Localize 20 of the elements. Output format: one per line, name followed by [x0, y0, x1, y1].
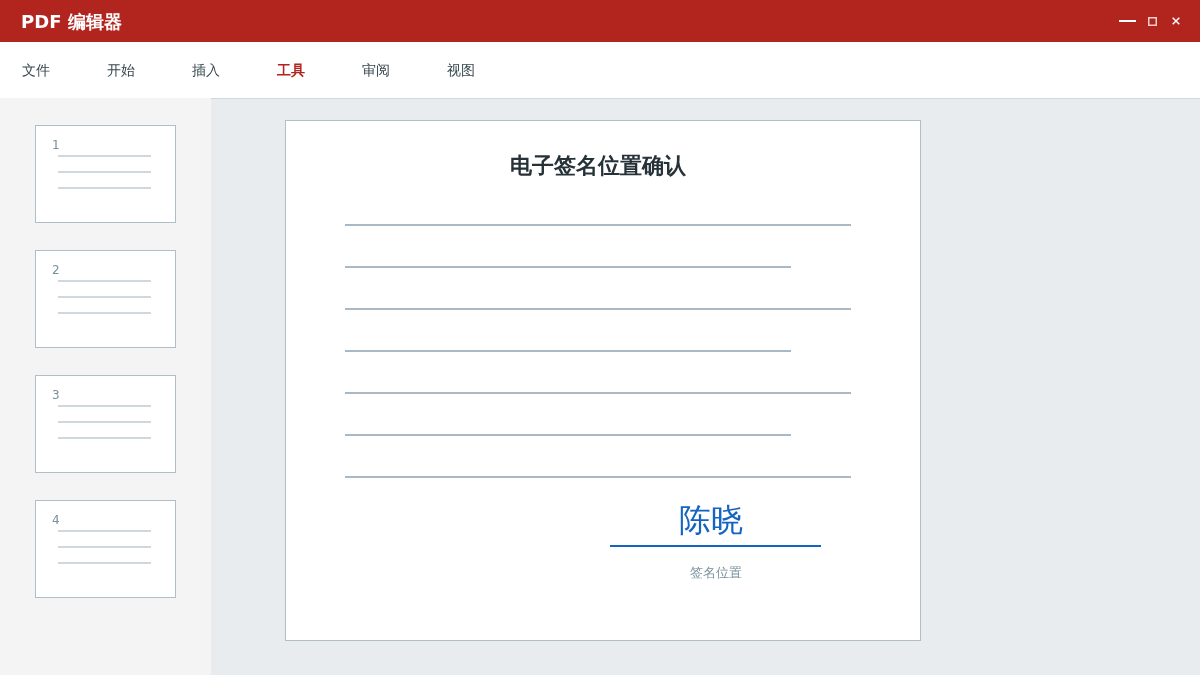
page-number: 4: [52, 512, 61, 528]
app-title: PDF 编辑器: [21, 9, 122, 34]
page-number: 2: [52, 262, 61, 278]
document-title: 电子签名位置确认: [509, 152, 687, 180]
menu-tab[interactable]: 开始: [99, 58, 143, 82]
page-thumbnail[interactable]: 1: [35, 125, 176, 223]
signature-field[interactable]: 陈晓: [610, 500, 821, 547]
signature-label: 签名位置: [689, 564, 742, 582]
page-thumbnail[interactable]: 2: [35, 250, 176, 348]
page-thumbnail[interactable]: 3: [35, 375, 176, 473]
maximize-icon[interactable]: [1148, 16, 1157, 26]
menu-tab[interactable]: 文件: [14, 58, 58, 82]
menu-tab[interactable]: 工具: [269, 58, 313, 82]
menu-tab[interactable]: 插入: [184, 58, 228, 82]
page-number: 3: [52, 387, 61, 403]
menu-tab[interactable]: 视图: [439, 58, 483, 82]
page-number: 1: [52, 137, 61, 153]
close-icon[interactable]: [1172, 17, 1180, 25]
menu-tab[interactable]: 审阅: [354, 58, 398, 82]
page-thumbnail[interactable]: 4: [35, 500, 176, 598]
